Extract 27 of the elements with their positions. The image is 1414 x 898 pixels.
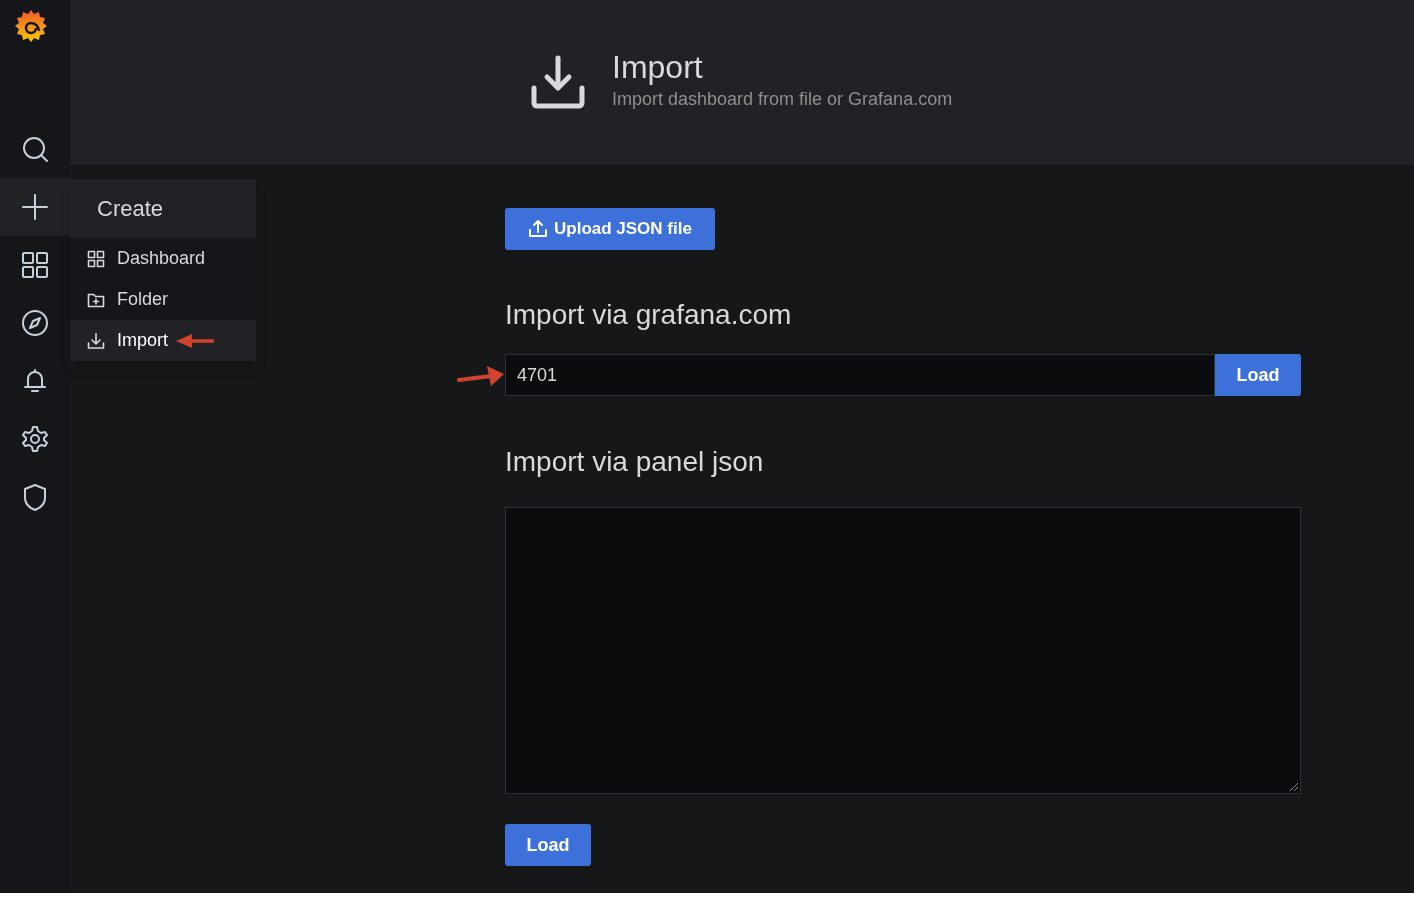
- annotation-arrow: [457, 364, 505, 388]
- upload-icon: [528, 219, 548, 239]
- menu-item[interactable]: Folder: [70, 279, 256, 320]
- resize-handle-icon: [1289, 782, 1299, 792]
- plus-icon: [21, 193, 49, 221]
- download-icon: [87, 331, 105, 350]
- page-title: Import: [612, 48, 704, 86]
- load-button[interactable]: Load: [505, 824, 591, 866]
- shield-icon: [21, 483, 49, 511]
- menu-item[interactable]: Dashboard: [70, 238, 256, 279]
- menu-title: Create: [97, 195, 164, 223]
- menu-item[interactable]: Import: [70, 320, 256, 361]
- download-icon: [530, 54, 586, 111]
- page-subtitle: Import dashboard from file or Grafana.com: [612, 88, 953, 111]
- section-heading: Import via panel json: [505, 445, 765, 479]
- section-heading: Import via grafana.com: [505, 298, 793, 332]
- grid-icon: [87, 249, 105, 268]
- search-icon: [21, 135, 49, 163]
- load-button[interactable]: Load: [1215, 354, 1301, 396]
- bell-icon: [21, 367, 49, 395]
- grid-icon: [21, 251, 49, 279]
- annotation-arrow: [176, 332, 214, 349]
- gear-icon: [21, 425, 49, 453]
- upload-button[interactable]: Upload JSON file: [505, 208, 715, 250]
- compass-icon: [21, 309, 49, 337]
- sidebar-item[interactable]: [0, 178, 70, 236]
- grafana-com-input[interactable]: 4701: [505, 354, 1215, 396]
